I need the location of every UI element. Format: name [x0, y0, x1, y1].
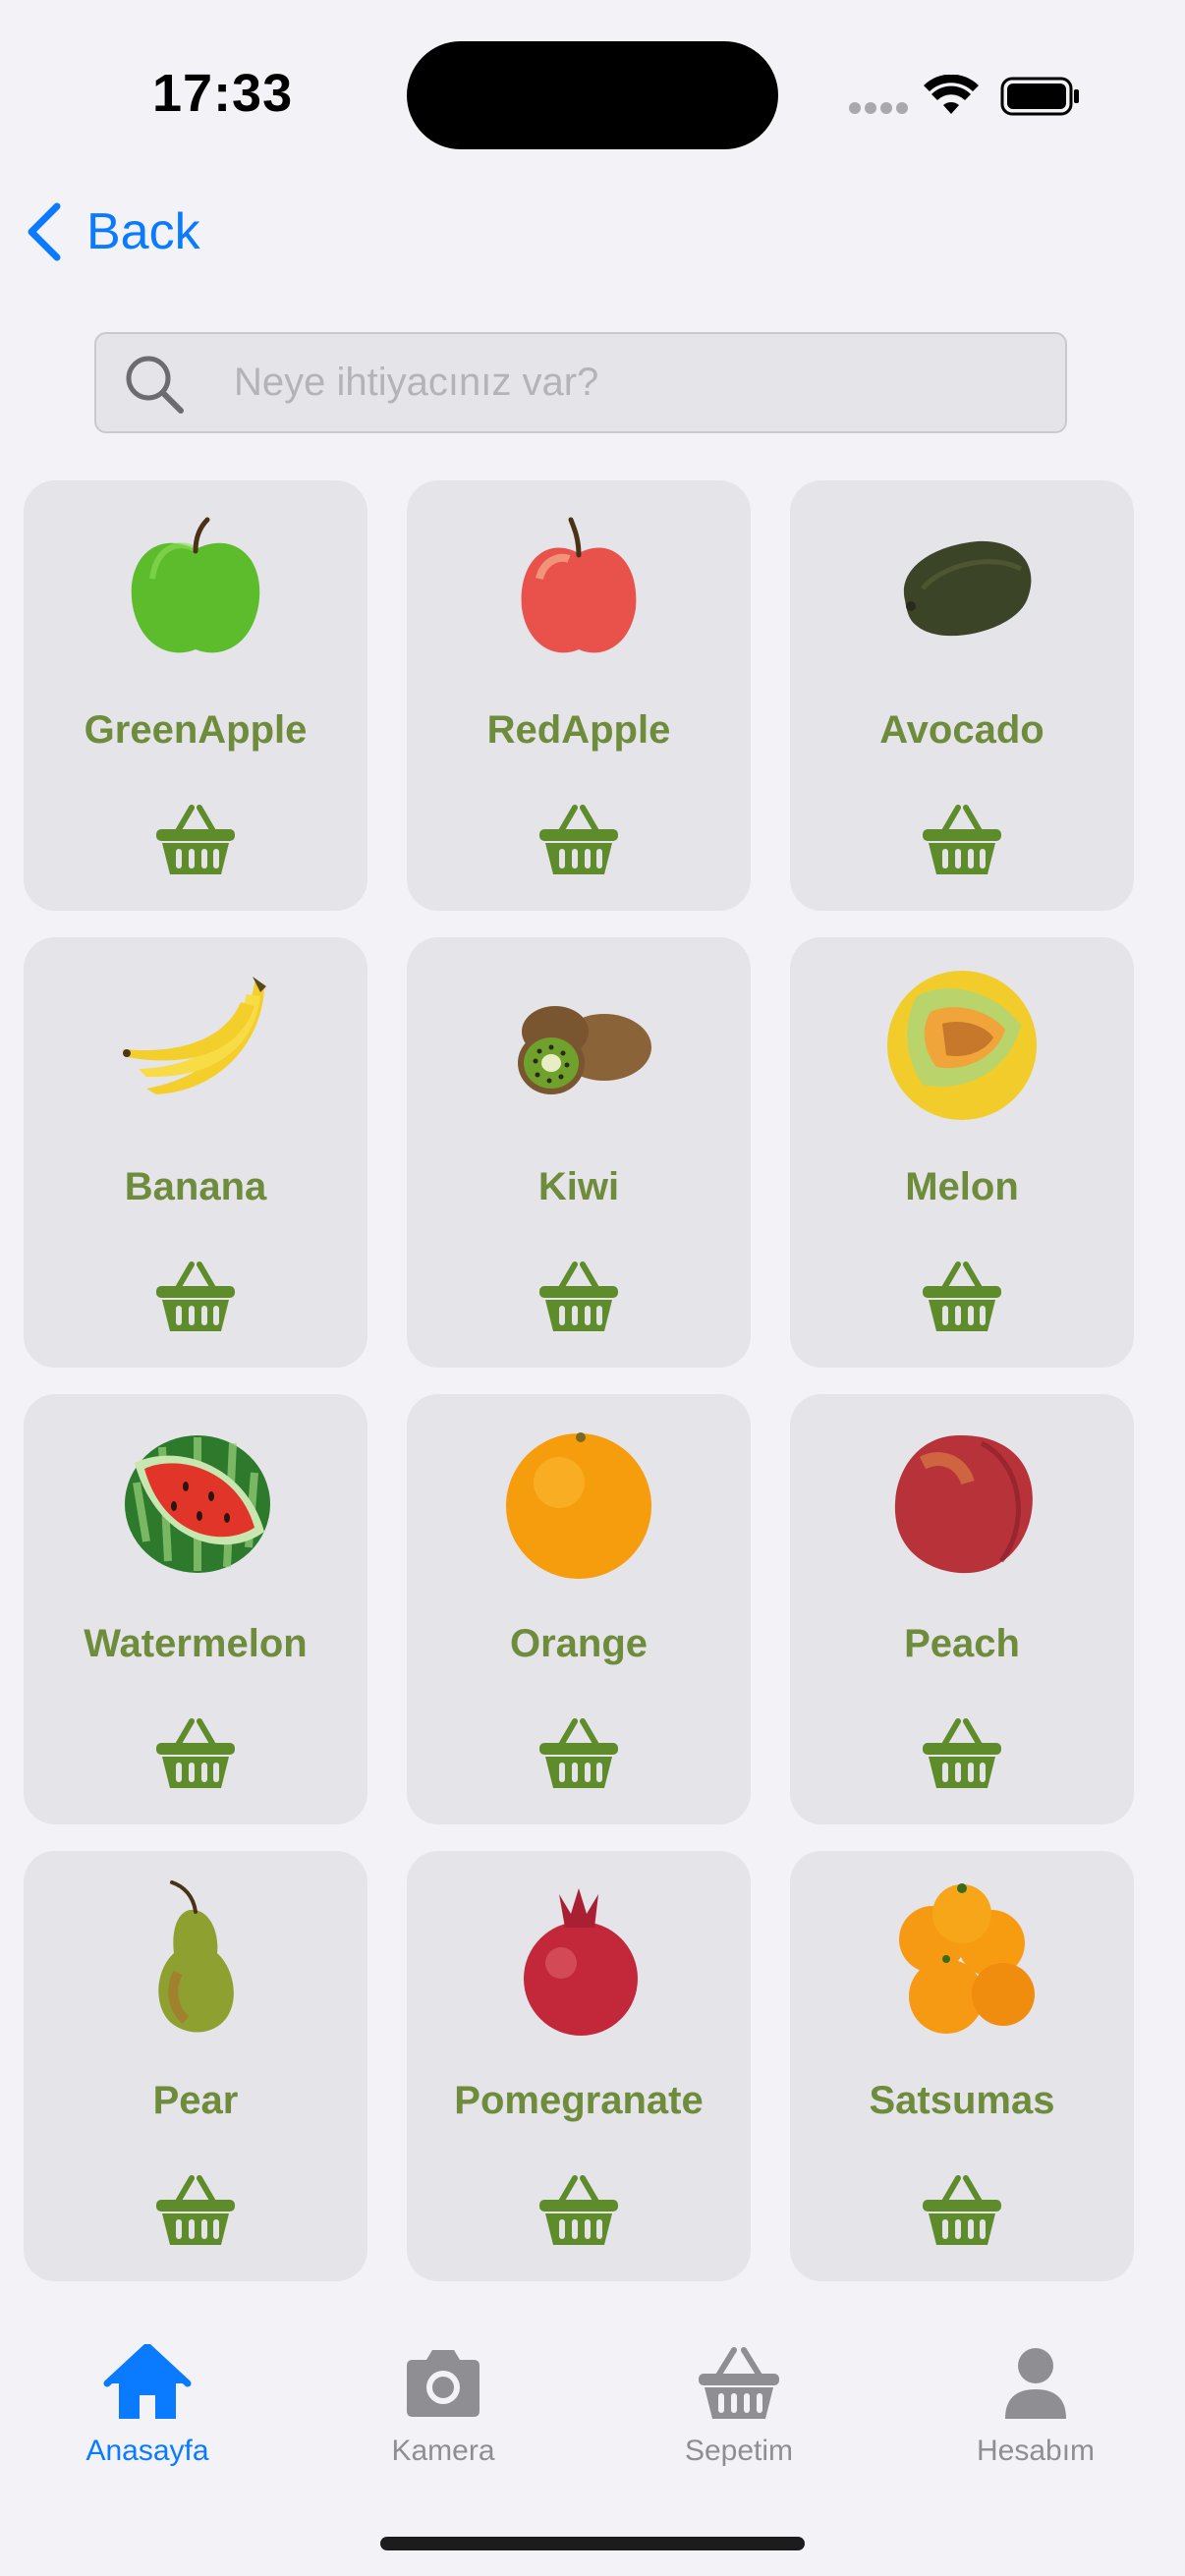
product-name: Banana	[124, 1165, 267, 1208]
magnifier-icon	[126, 356, 184, 414]
tab-sepetim[interactable]: Sepetim	[631, 2344, 847, 2492]
tab-kamera[interactable]: Kamera	[335, 2344, 551, 2492]
add-to-basket-icon[interactable]	[154, 1259, 237, 1333]
tab-hesabim[interactable]: Hesabım	[928, 2344, 1144, 2492]
add-to-basket-icon[interactable]	[537, 1715, 620, 1790]
add-to-basket-icon[interactable]	[537, 1259, 620, 1333]
camera-icon	[407, 2350, 480, 2417]
back-label: Back	[86, 203, 200, 260]
back-button[interactable]: Back	[22, 193, 200, 271]
product-name: Orange	[509, 1622, 649, 1665]
kiwi-image	[518, 1006, 651, 1094]
product-name: RedApple	[486, 708, 671, 752]
tab-label-sepetim: Sepetim	[684, 2435, 794, 2467]
product-card[interactable]: Kiwi	[407, 937, 751, 1368]
product-card[interactable]: Pear	[24, 1851, 367, 2281]
add-to-basket-icon[interactable]	[921, 1259, 1003, 1333]
add-to-basket-icon[interactable]	[921, 2172, 1003, 2247]
product-name: Watermelon	[84, 1622, 308, 1665]
product-card[interactable]: Pomegranate	[407, 1851, 751, 2281]
banana-image	[123, 977, 266, 1094]
product-card[interactable]: GreenApple	[24, 480, 367, 911]
product-card[interactable]: Satsumas	[790, 1851, 1134, 2281]
product-name: Kiwi	[537, 1165, 620, 1208]
home-indicator	[380, 2537, 805, 2550]
product-card[interactable]: Banana	[24, 937, 367, 1368]
product-name: Peach	[904, 1622, 1020, 1665]
green-apple-image	[131, 517, 260, 653]
peach-image	[894, 1434, 1033, 1574]
dynamic-island	[407, 41, 778, 149]
basket-icon	[699, 2347, 779, 2419]
product-name: Satsumas	[869, 2079, 1055, 2122]
house-icon	[103, 2344, 192, 2419]
satsumas-image	[899, 1883, 1035, 2034]
tab-label-anasayfa: Anasayfa	[85, 2435, 209, 2467]
pomegranate-image	[524, 1888, 638, 2036]
add-to-basket-icon[interactable]	[154, 2172, 237, 2247]
add-to-basket-icon[interactable]	[154, 802, 237, 876]
add-to-basket-icon[interactable]	[921, 802, 1003, 876]
product-card[interactable]: Avocado	[790, 480, 1134, 911]
avocado-image	[903, 540, 1032, 637]
status-time: 17:33	[152, 64, 294, 123]
product-grid: GreenApple RedApple Avocado Banana Kiwi Melon…	[24, 480, 1135, 2281]
status-bar: 17:33	[0, 0, 1185, 187]
add-to-basket-icon[interactable]	[537, 802, 620, 876]
watermelon-image	[125, 1435, 270, 1573]
wifi-icon	[924, 75, 979, 114]
product-card[interactable]: Watermelon	[24, 1394, 367, 1824]
add-to-basket-icon[interactable]	[154, 1715, 237, 1790]
chevron-left-icon	[28, 202, 61, 261]
product-name: Pomegranate	[454, 2079, 704, 2122]
cellular-dots-icon	[849, 102, 908, 116]
product-card[interactable]: Orange	[407, 1394, 751, 1824]
tab-label-kamera: Kamera	[391, 2435, 495, 2467]
search-input[interactable]	[234, 334, 1049, 431]
product-name: Avocado	[879, 708, 1044, 752]
product-card[interactable]: RedApple	[407, 480, 751, 911]
battery-full-icon	[1000, 77, 1079, 116]
tab-label-hesabim: Hesabım	[976, 2435, 1096, 2467]
product-card[interactable]: Melon	[790, 937, 1134, 1368]
product-name: Melon	[905, 1165, 1019, 1208]
product-name: Pear	[152, 2079, 239, 2122]
add-to-basket-icon[interactable]	[921, 1715, 1003, 1790]
tab-anasayfa[interactable]: Anasayfa	[39, 2344, 255, 2492]
search-bar[interactable]	[94, 332, 1067, 433]
red-apple-image	[521, 517, 637, 653]
product-card[interactable]: Peach	[790, 1394, 1134, 1824]
melon-image	[887, 971, 1037, 1120]
pear-image	[158, 1880, 234, 2033]
person-icon	[1005, 2348, 1066, 2419]
orange-image	[506, 1432, 651, 1579]
product-name: GreenApple	[84, 708, 308, 752]
add-to-basket-icon[interactable]	[537, 2172, 620, 2247]
